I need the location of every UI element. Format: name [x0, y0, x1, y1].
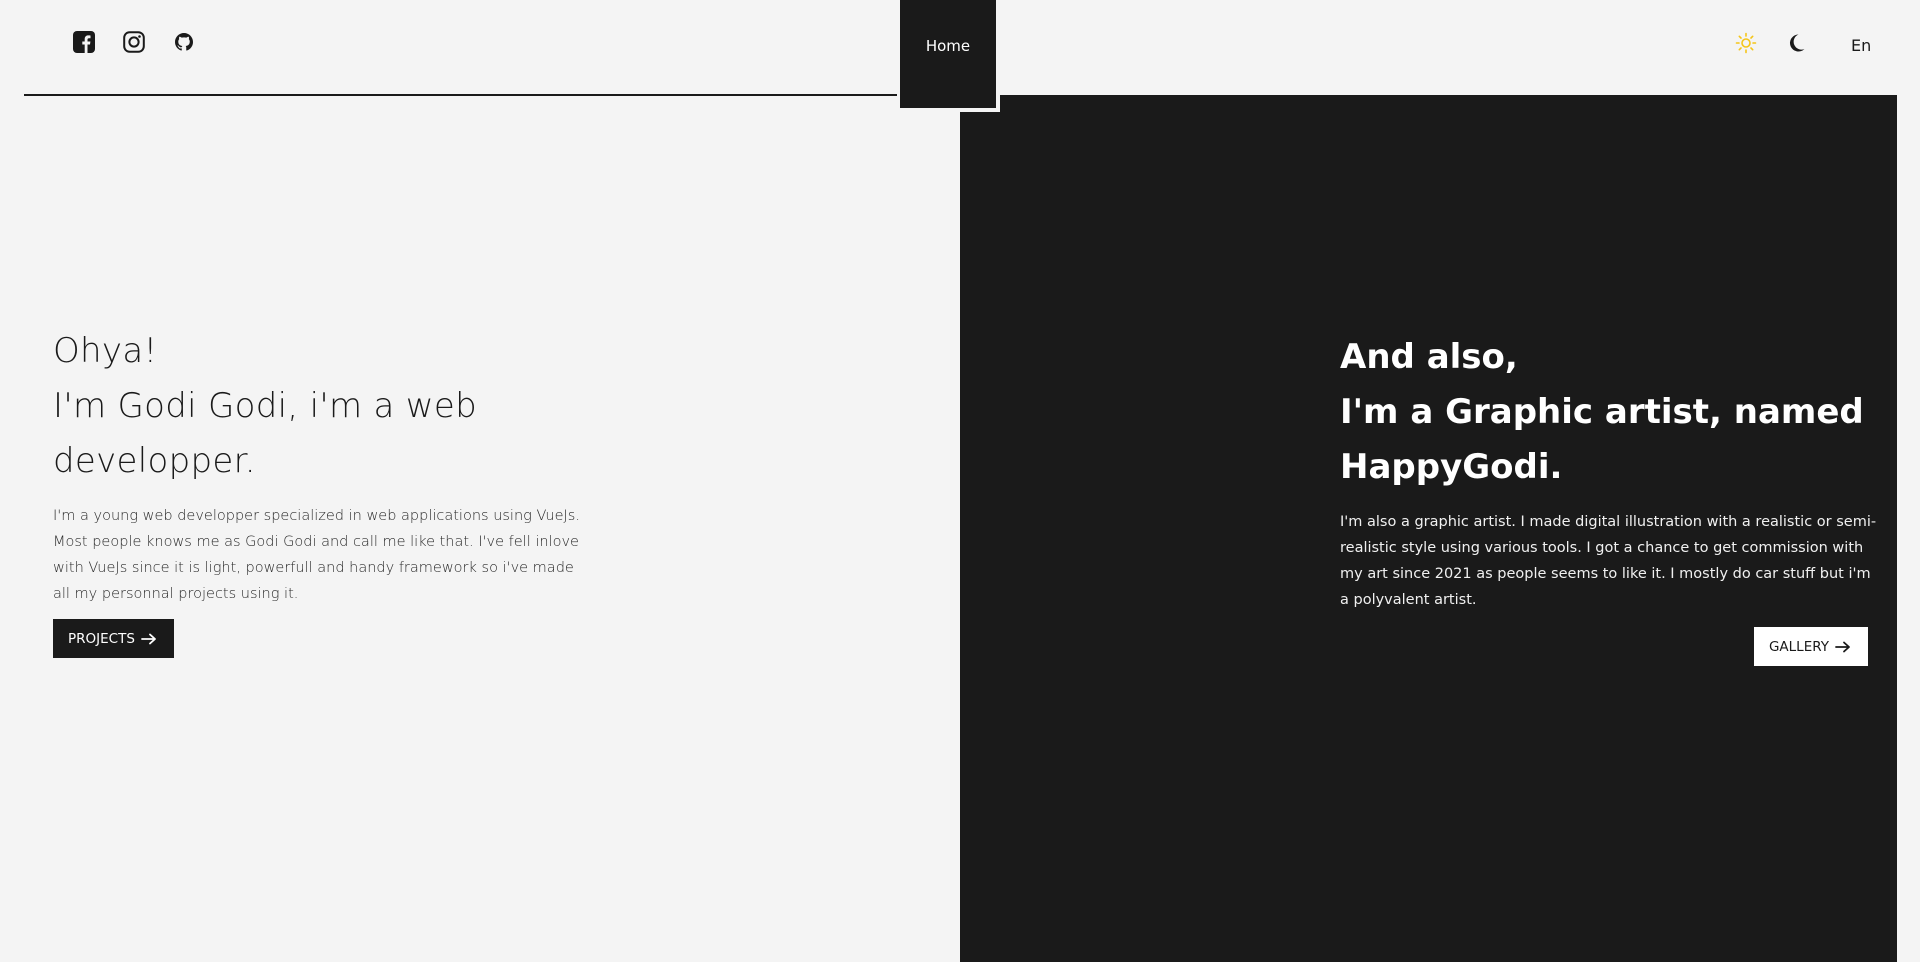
artist-heading-line-3: HappyGodi. [1340, 447, 1563, 487]
heading-line-2: I'm Godi Godi, i'm a web [53, 386, 477, 426]
heading-line-3: developper. [53, 441, 256, 481]
developer-intro: Ohya! I'm Godi Godi, i'm a web developpe… [53, 324, 593, 658]
gallery-button-label: GALLERY [1768, 638, 1829, 655]
artist-heading: And also, I'm a Graphic artist, named Ha… [1340, 330, 1878, 495]
github-icon[interactable] [172, 30, 196, 54]
language-selector[interactable]: En [1851, 36, 1871, 55]
page: Home En Ohya! I'm Godi Godi, i'm a web d… [0, 0, 1920, 962]
artist-heading-line-1: And also, [1340, 337, 1518, 377]
nav-home-tab[interactable]: Home [900, 0, 1000, 112]
developer-heading: Ohya! I'm Godi Godi, i'm a web developpe… [53, 324, 593, 489]
artist-intro: And also, I'm a Graphic artist, named Ha… [1340, 330, 1878, 666]
developer-description: I'm a young web developper specialized i… [53, 508, 580, 602]
arrow-right-icon [141, 633, 157, 645]
arrow-right-icon [1835, 641, 1851, 653]
projects-button-label: PROJECTS [68, 630, 135, 647]
social-links [72, 30, 196, 54]
artist-heading-line-2: I'm a Graphic artist, named [1340, 392, 1864, 432]
artist-description: I'm also a graphic artist. I made digita… [1340, 514, 1877, 608]
gallery-button[interactable]: GALLERY [1753, 627, 1868, 666]
instagram-icon[interactable] [122, 30, 146, 54]
projects-button[interactable]: PROJECTS [53, 619, 174, 658]
sun-icon[interactable] [1735, 32, 1757, 54]
heading-line-1: Ohya! [53, 331, 158, 371]
header-divider [24, 94, 897, 96]
facebook-icon[interactable] [72, 30, 96, 54]
moon-icon[interactable] [1785, 32, 1807, 54]
